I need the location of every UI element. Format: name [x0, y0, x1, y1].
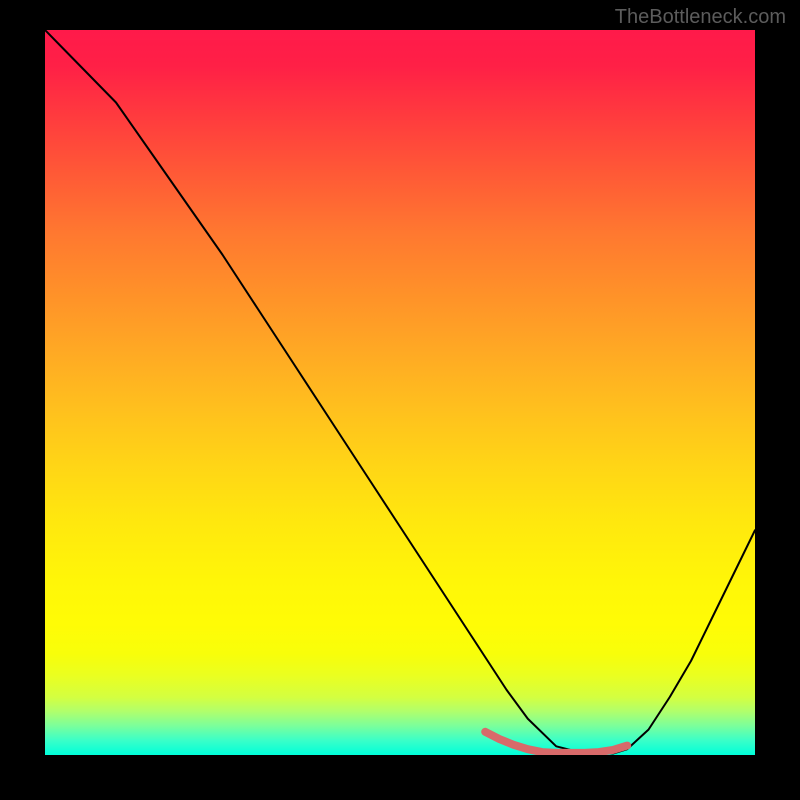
main-curve-line — [45, 30, 755, 754]
chart-svg — [45, 30, 755, 755]
chart-plot-area — [45, 30, 755, 755]
watermark-text: TheBottleneck.com — [615, 6, 786, 29]
valley-highlight-line — [485, 732, 627, 753]
